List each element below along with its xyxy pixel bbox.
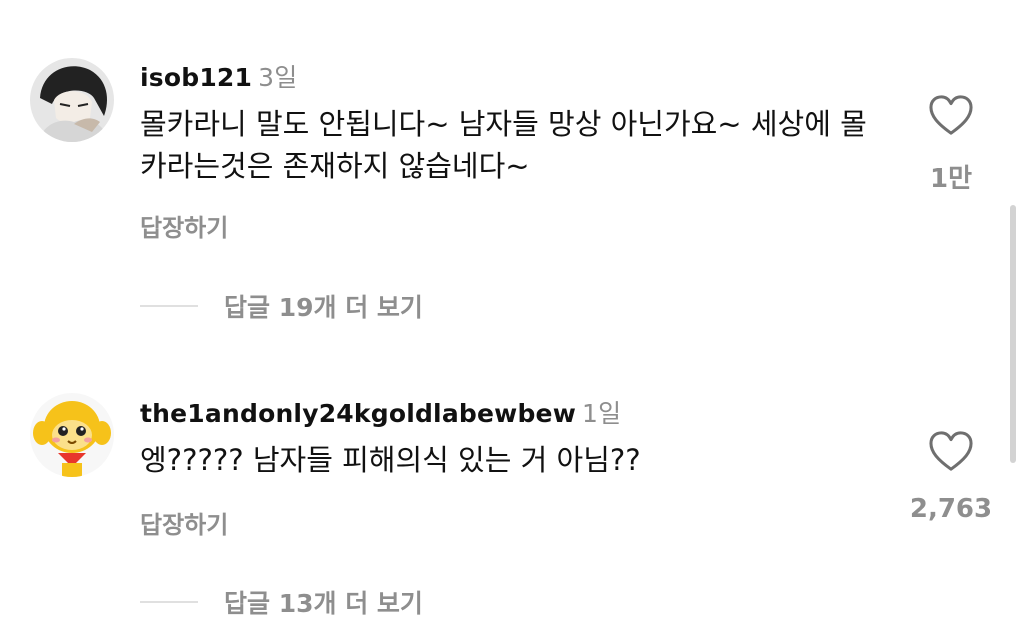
avatar[interactable]: [30, 58, 114, 142]
anime-character-avatar-icon: [30, 58, 114, 142]
reply-button[interactable]: 답장하기: [140, 505, 228, 540]
username-text[interactable]: the1andonly24kgoldlabewbew: [140, 399, 576, 428]
comment-username[interactable]: isob121 3일: [140, 58, 297, 94]
comment-text: 엥????? 남자들 피해의식 있는 거 아님??: [140, 443, 641, 477]
username-text[interactable]: isob121: [140, 63, 252, 92]
like-count: 1만: [929, 164, 972, 194]
heart-outline-icon[interactable]: [928, 431, 974, 473]
scrollbar[interactable]: [1010, 205, 1016, 463]
comment-username[interactable]: the1andonly24kgoldlabewbew 1일: [140, 394, 621, 430]
divider-line: [140, 305, 198, 307]
divider-line: [140, 601, 198, 603]
view-replies-label: 답글 19개 더 보기: [224, 293, 423, 322]
view-replies-button[interactable]: 답글 19개 더 보기: [140, 291, 423, 322]
comment-time: 1일: [582, 399, 622, 428]
comment-text: 몰카라니 말도 안됩니다~ 남자들 망상 아닌가요~ 세상에 몰카라는것은 존재…: [140, 107, 867, 183]
view-replies-button[interactable]: 답글 13개 더 보기: [140, 587, 423, 618]
yellow-monkey-avatar-icon: [30, 393, 114, 477]
like-count: 2,763: [909, 494, 993, 524]
avatar[interactable]: [30, 393, 114, 477]
view-replies-label: 답글 13개 더 보기: [224, 589, 423, 618]
heart-outline-icon[interactable]: [928, 95, 974, 137]
comment-time: 3일: [258, 63, 298, 92]
reply-button[interactable]: 답장하기: [140, 208, 228, 243]
